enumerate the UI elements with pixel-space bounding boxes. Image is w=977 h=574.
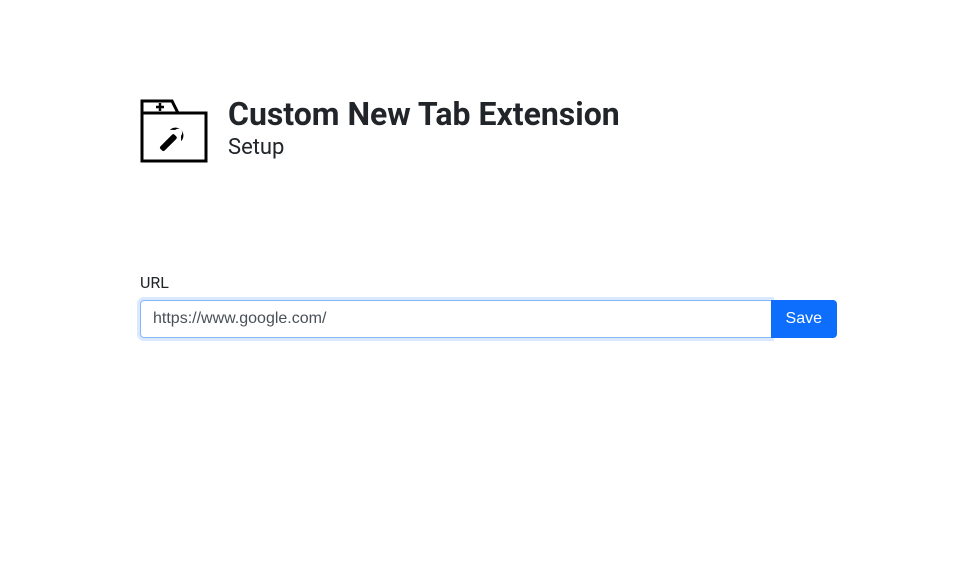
page-subtitle: Setup	[228, 135, 620, 160]
save-button[interactable]: Save	[771, 300, 837, 338]
url-label: URL	[140, 273, 837, 292]
main-container: Custom New Tab Extension Setup URL Save	[0, 0, 977, 338]
extension-logo-icon	[140, 95, 208, 163]
page-title: Custom New Tab Extension	[228, 95, 620, 133]
url-form-group: URL Save	[140, 273, 837, 338]
title-block: Custom New Tab Extension Setup	[228, 95, 620, 160]
url-input-group: Save	[140, 300, 837, 338]
url-input[interactable]	[140, 300, 771, 338]
header: Custom New Tab Extension Setup	[140, 95, 837, 163]
